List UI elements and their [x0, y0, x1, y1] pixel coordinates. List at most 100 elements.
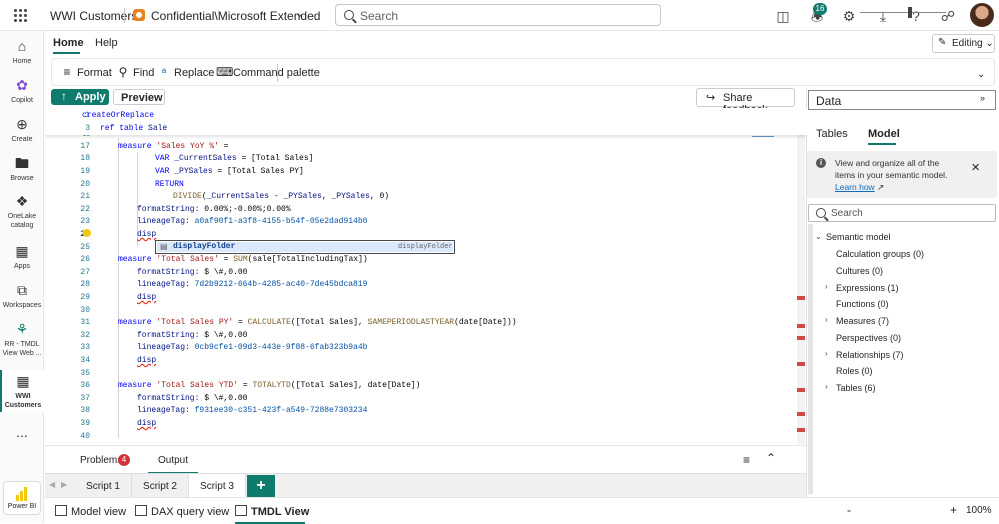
view-label: DAX query view — [151, 506, 230, 518]
scroll-left-icon[interactable]: ◀ — [49, 480, 55, 489]
tab-tables[interactable]: Tables — [816, 128, 848, 140]
tree-root-semantic-model[interactable]: Semantic model — [826, 232, 891, 242]
tree-item-functions[interactable]: Functions (0) — [836, 299, 889, 309]
replace-button[interactable]: ᵃ Replace — [157, 65, 215, 79]
tree-item-calculation-groups[interactable]: Calculation groups (0) — [836, 249, 924, 259]
command-palette-button[interactable]: ⌨Command palette — [216, 65, 320, 79]
tab-output[interactable]: Output — [147, 455, 199, 474]
nav-onelake-catalog[interactable]: ❖ OneLake catalog — [0, 193, 44, 230]
tree-item-roles[interactable]: Roles (0) — [836, 366, 873, 376]
preview-button[interactable]: Preview — [113, 89, 165, 105]
chevron-right-icon[interactable]: › — [825, 349, 828, 358]
sticky-scroll[interactable]: 1 createOrReplace 3 ref table Sale — [45, 108, 807, 135]
search-input[interactable]: Search — [335, 4, 661, 26]
zoom-in-button[interactable]: + — [950, 503, 957, 517]
more-icon[interactable]: ... — [0, 425, 44, 439]
line-number: 29 — [80, 293, 90, 302]
scroll-right-icon[interactable]: ▶ — [61, 480, 67, 489]
script-tab-active[interactable]: Script 3 — [189, 474, 246, 498]
property-icon: ▤ — [160, 242, 168, 251]
format-button[interactable]: ≡ Format — [60, 65, 111, 79]
share-feedback-button[interactable]: Share feedback — [696, 88, 795, 116]
autocomplete-item-label: displayFolder — [173, 242, 236, 251]
zoom-out-button[interactable]: - — [847, 503, 851, 517]
code-line: measure 'Total Sales YTD' = TOTALYTD([To… — [118, 381, 421, 390]
script-tab[interactable]: Script 1 — [75, 474, 132, 498]
ribbon-tabs: Home Help — [44, 31, 999, 55]
nav-workspaces[interactable]: ⧉ Workspaces — [0, 282, 44, 310]
download-icon[interactable]: ⤓ — [875, 8, 891, 24]
tree-item-cultures[interactable]: Cultures (0) — [836, 266, 883, 276]
autocomplete-popup[interactable]: ▤ displayFolder displayFolder — [155, 240, 455, 254]
nav-create[interactable]: ⊕ Create — [0, 116, 44, 144]
chevron-right-icon[interactable]: › — [825, 315, 828, 324]
gear-icon[interactable]: ⚙ — [841, 8, 857, 24]
tab-problems[interactable]: Problems — [80, 455, 122, 466]
model-view-tab[interactable]: Model view — [55, 505, 126, 518]
search-placeholder: Search — [360, 9, 399, 23]
nav-label: Workspaces — [2, 302, 42, 309]
script-tab[interactable]: Script 2 — [132, 474, 189, 498]
nav-label: OneLake catalog — [7, 213, 37, 229]
learn-how-link[interactable]: Learn how — [835, 182, 875, 192]
tree-item-perspectives[interactable]: Perspectives (0) — [836, 333, 901, 343]
code-line: VAR _CurrentSales = [Total Sales] — [155, 154, 314, 163]
line-number: 28 — [80, 280, 90, 289]
nav-home[interactable]: ⌂ Home — [0, 38, 44, 66]
mode-dropdown[interactable]: Editing ⌄ — [932, 34, 995, 53]
nav-apps[interactable]: ▦ Apps — [0, 243, 44, 271]
line-number: 40 — [80, 432, 90, 441]
chevron-right-icon[interactable]: › — [825, 282, 828, 291]
avatar[interactable] — [970, 3, 994, 27]
onelake-icon: ❖ — [15, 193, 29, 209]
close-icon[interactable]: ✕ — [971, 161, 980, 174]
zoom-slider-thumb[interactable] — [908, 7, 912, 18]
clear-output-icon[interactable]: ≡ — [743, 453, 750, 467]
tab-help[interactable]: Help — [95, 37, 118, 49]
apply-button[interactable]: Apply — [51, 89, 109, 105]
tree-item-tables[interactable]: Tables (6) — [836, 383, 876, 393]
divider — [124, 8, 125, 23]
power-bi-switcher[interactable]: Power BI — [3, 481, 41, 515]
code-line: createOrReplace — [82, 111, 155, 120]
format-icon: ≡ — [63, 65, 71, 79]
add-script-button[interactable]: + — [247, 475, 275, 497]
lightbulb-icon[interactable] — [83, 229, 91, 237]
panel-toggle-icon[interactable]: ◫ — [775, 8, 791, 24]
chevron-down-icon[interactable]: ⌄ — [815, 232, 822, 241]
dax-query-view-tab[interactable]: DAX query view — [135, 505, 229, 518]
tree-item-measures[interactable]: Measures (7) — [836, 316, 889, 326]
code-line: measure 'Sales YoY %' = — [118, 142, 229, 151]
chevron-down-icon[interactable]: ⌄ — [295, 7, 304, 20]
line-number: 31 — [80, 318, 90, 327]
line-number: 22 — [80, 205, 90, 214]
keyboard-icon: ⌨ — [216, 65, 234, 79]
nav-wwi-customers[interactable]: ▦ WWI Customers — [0, 370, 44, 412]
script-tabs: ◀ ▶ Script 1 Script 2 Script 3 + — [45, 473, 807, 498]
collapse-ribbon-chevron-icon[interactable]: ⌄ — [977, 69, 985, 80]
copilot-icon: ✿ — [16, 77, 28, 93]
nav-rr-tmdl-view-web[interactable]: ⚘ RR - TMDL View Web ... — [0, 321, 44, 358]
tree-item-expressions[interactable]: Expressions (1) — [836, 283, 899, 293]
data-pane-scrollbar[interactable] — [808, 224, 813, 494]
tab-home[interactable]: Home — [53, 37, 84, 54]
nav-browse[interactable]: 🖿 Browse — [0, 155, 44, 183]
tree-item-relationships[interactable]: Relationships (7) — [836, 350, 904, 360]
editor-scrollbar[interactable] — [797, 110, 805, 444]
nav-copilot[interactable]: ✿ Copilot — [0, 77, 44, 105]
code-line: formatString: 0.00%;-0.00%;0.00% — [137, 205, 291, 214]
chevron-right-icon[interactable]: › — [825, 382, 828, 391]
code-line: lineageTag: a0af90f1-a3f8-4155-b54f-05e2… — [137, 217, 368, 226]
data-search-input[interactable]: Search — [808, 204, 996, 222]
tab-model[interactable]: Model — [868, 128, 900, 145]
data-pane — [806, 88, 999, 497]
collapse-pane-icon[interactable]: » — [980, 93, 985, 103]
share-icon[interactable]: ☍ — [940, 8, 956, 24]
search-icon: ⚲ — [118, 65, 128, 79]
tmdl-view-tab[interactable]: TMDL View — [235, 505, 309, 524]
code-editor[interactable]: 1 createOrReplace 3 ref table Sale 16 17… — [45, 108, 807, 444]
zoom-slider[interactable] — [860, 12, 946, 13]
app-launcher-icon[interactable] — [14, 9, 28, 23]
chevron-up-icon[interactable]: ⌃ — [766, 451, 776, 465]
find-button[interactable]: ⚲ Find — [116, 65, 155, 79]
